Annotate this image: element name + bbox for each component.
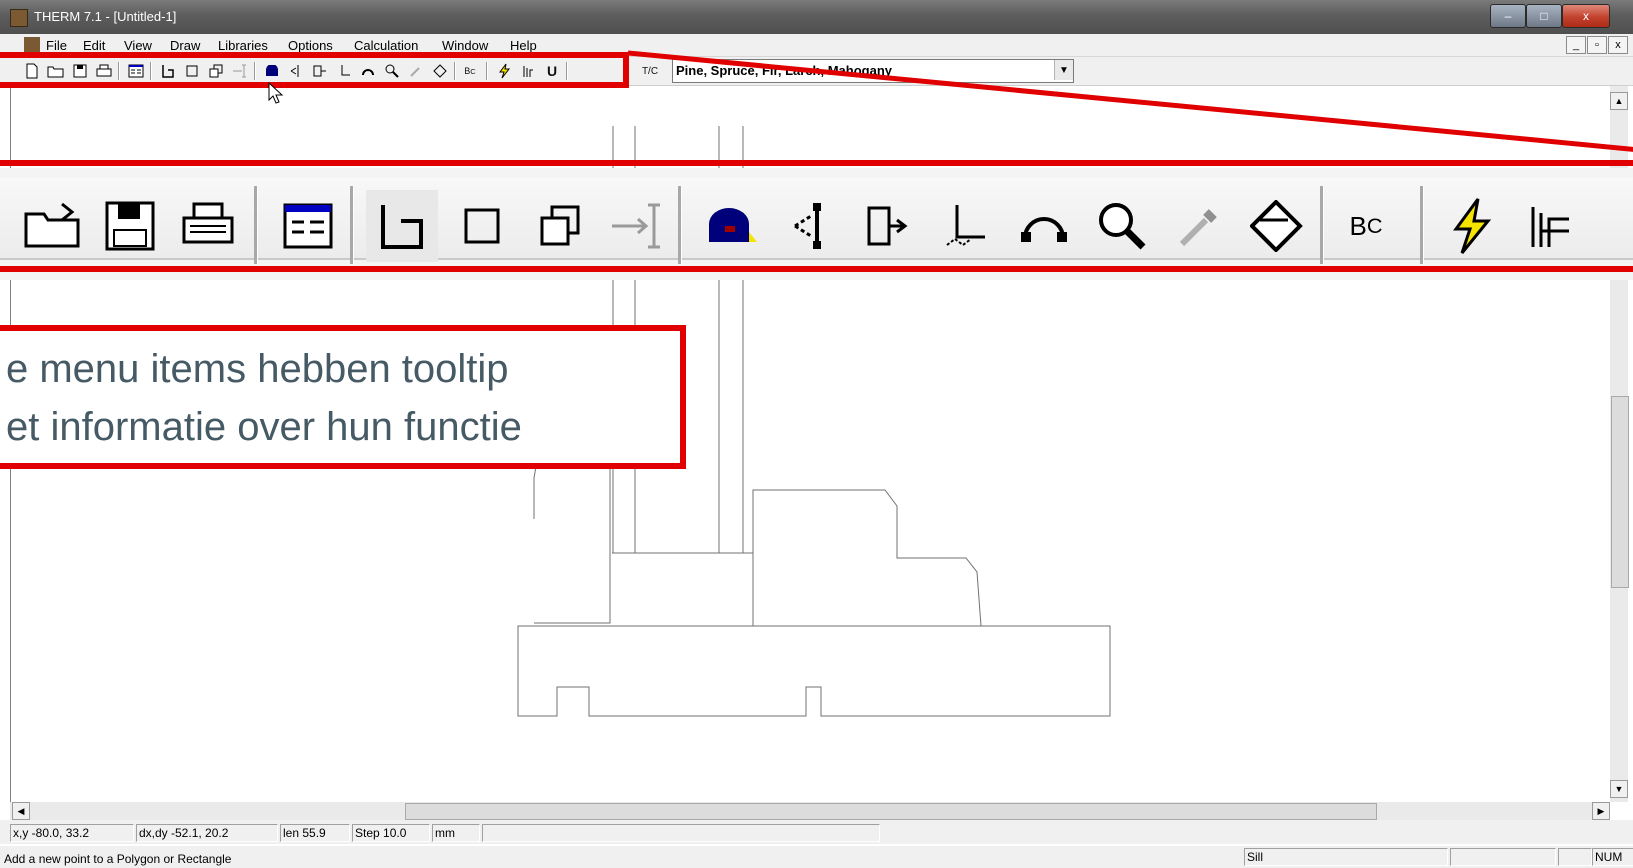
profile-right <box>752 489 1110 627</box>
length-readout: len 55.9 <box>280 824 350 842</box>
toolbar-highlight-box <box>0 52 629 88</box>
therm-app-icon[interactable] <box>10 9 28 27</box>
temperature-icon[interactable]: T/C <box>640 61 660 81</box>
tooltip-callout-line-2: et informatie over hun functie <box>6 405 522 449</box>
scroll-left-arrow-icon[interactable]: ◀ <box>12 802 30 820</box>
menu-draw[interactable]: Draw <box>170 38 200 53</box>
units-readout: mm <box>432 824 480 842</box>
horizontal-scrollbar[interactable]: ◀ ▶ <box>10 802 1610 820</box>
material-selected-value: Pine, Spruce, Fir, Larch, Mahogany <box>676 63 892 78</box>
menu-calculation[interactable]: Calculation <box>354 38 418 53</box>
menu-options[interactable]: Options <box>288 38 333 53</box>
coordinate-status-bar: x,y -80.0, 33.2 dx,dy -52.1, 20.2 len 55… <box>0 820 1633 844</box>
material-dropdown[interactable]: Pine, Spruce, Fir, Larch, Mahogany ▼ <box>672 59 1074 83</box>
num-lock-indicator: NUM <box>1592 848 1633 866</box>
minimize-button[interactable]: – <box>1490 4 1526 28</box>
status-blank-1 <box>1450 848 1556 866</box>
tooltip-callout-box: e menu items hebben tooltip et informati… <box>0 325 686 469</box>
scroll-up-arrow-icon[interactable]: ▲ <box>1610 92 1628 110</box>
mdi-close-button[interactable]: x <box>1608 36 1628 54</box>
chevron-down-icon[interactable]: ▼ <box>1054 60 1073 80</box>
title-bar: THERM 7.1 - [Untitled-1] – □ x <box>0 0 1633 34</box>
close-button[interactable]: x <box>1562 4 1610 28</box>
maximize-button[interactable]: □ <box>1526 4 1562 28</box>
status-empty-field <box>482 824 880 842</box>
menu-view[interactable]: View <box>124 38 152 53</box>
mode-indicator: Sill <box>1244 848 1448 866</box>
mdi-restore-button[interactable]: ▫ <box>1587 36 1607 54</box>
horizontal-scroll-thumb[interactable] <box>405 803 1377 820</box>
menu-edit[interactable]: Edit <box>83 38 105 53</box>
menu-libraries[interactable]: Libraries <box>218 38 268 53</box>
help-text: Add a new point to a Polygon or Rectangl… <box>4 852 232 866</box>
scroll-down-arrow-icon[interactable]: ▼ <box>1610 780 1628 798</box>
menu-window[interactable]: Window <box>442 38 488 53</box>
scroll-right-arrow-icon[interactable]: ▶ <box>1592 802 1610 820</box>
sill-base <box>517 625 1111 717</box>
mouse-cursor-icon <box>268 82 284 104</box>
profile-center <box>612 552 754 627</box>
zoom-highlight-box <box>0 160 1633 272</box>
mdi-minimize-button[interactable]: _ <box>1566 36 1586 54</box>
help-status-bar: Add a new point to a Polygon or Rectangl… <box>0 846 1633 868</box>
document-icon[interactable] <box>24 37 40 53</box>
dxdy-readout: dx,dy -52.1, 20.2 <box>136 824 278 842</box>
window-title: THERM 7.1 - [Untitled-1] <box>34 9 177 24</box>
tooltip-callout-line-1: e menu items hebben tooltip <box>6 347 509 391</box>
menu-file[interactable]: File <box>46 38 67 53</box>
status-blank-2 <box>1558 848 1592 866</box>
step-readout: Step 10.0 <box>352 824 430 842</box>
menu-help[interactable]: Help <box>510 38 537 53</box>
vertical-scroll-thumb[interactable] <box>1611 396 1629 588</box>
xy-readout: x,y -80.0, 33.2 <box>10 824 134 842</box>
